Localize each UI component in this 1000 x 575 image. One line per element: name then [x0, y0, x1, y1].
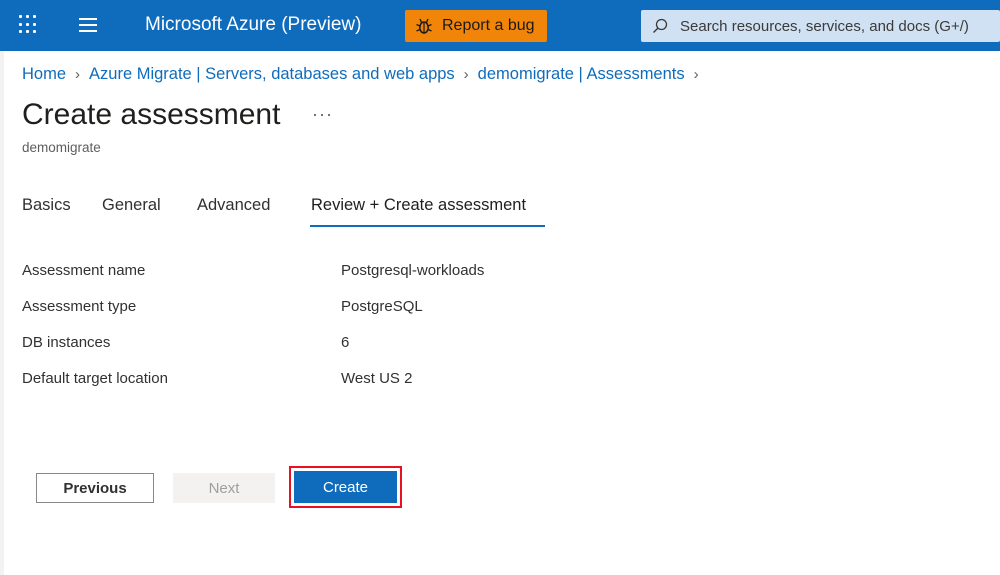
hamburger-icon[interactable]	[79, 18, 97, 32]
more-icon[interactable]: ···	[312, 104, 333, 125]
detail-label: DB instances	[22, 334, 111, 351]
breadcrumb-home[interactable]: Home	[22, 65, 66, 84]
search-input[interactable]: Search resources, services, and docs (G+…	[641, 10, 1000, 42]
page-title: Create assessment	[22, 98, 281, 131]
detail-row: Assessment type PostgreSQL	[22, 298, 622, 322]
search-placeholder: Search resources, services, and docs (G+…	[680, 17, 969, 35]
detail-value: PostgreSQL	[341, 298, 423, 315]
page-subtitle: demomigrate	[22, 140, 101, 155]
tab-advanced[interactable]: Advanced	[197, 196, 270, 215]
detail-row: Default target location West US 2	[22, 370, 622, 394]
breadcrumb-assessments[interactable]: demomigrate | Assessments	[478, 65, 685, 84]
detail-value: West US 2	[341, 370, 413, 387]
report-bug-button[interactable]: Report a bug	[405, 10, 547, 42]
active-tab-indicator	[310, 225, 545, 227]
next-button[interactable]: Next	[173, 473, 275, 503]
report-bug-label: Report a bug	[442, 17, 535, 34]
detail-label: Assessment name	[22, 262, 146, 279]
detail-value: 6	[341, 334, 350, 351]
bug-icon	[416, 18, 432, 34]
search-icon	[653, 18, 668, 33]
waffle-icon[interactable]	[19, 15, 39, 35]
chevron-right-icon: ›	[75, 66, 81, 83]
previous-button[interactable]: Previous	[36, 473, 154, 503]
breadcrumb: Home › Azure Migrate | Servers, database…	[22, 65, 708, 84]
tab-review-create[interactable]: Review + Create assessment	[311, 196, 526, 215]
detail-row: DB instances 6	[22, 334, 622, 358]
left-edge	[0, 51, 4, 575]
chevron-right-icon: ›	[463, 66, 469, 83]
app-title[interactable]: Microsoft Azure (Preview)	[145, 14, 361, 36]
breadcrumb-azure-migrate[interactable]: Azure Migrate | Servers, databases and w…	[89, 65, 455, 84]
detail-value: Postgresql-workloads	[341, 262, 485, 279]
tab-general[interactable]: General	[102, 196, 161, 215]
detail-row: Assessment name Postgresql-workloads	[22, 262, 622, 286]
detail-label: Default target location	[22, 370, 168, 387]
tab-basics[interactable]: Basics	[22, 196, 71, 215]
create-button[interactable]: Create	[294, 471, 397, 503]
top-bar: Microsoft Azure (Preview) Report a bug S…	[0, 0, 1000, 51]
detail-label: Assessment type	[22, 298, 137, 315]
chevron-right-icon: ›	[693, 66, 699, 83]
